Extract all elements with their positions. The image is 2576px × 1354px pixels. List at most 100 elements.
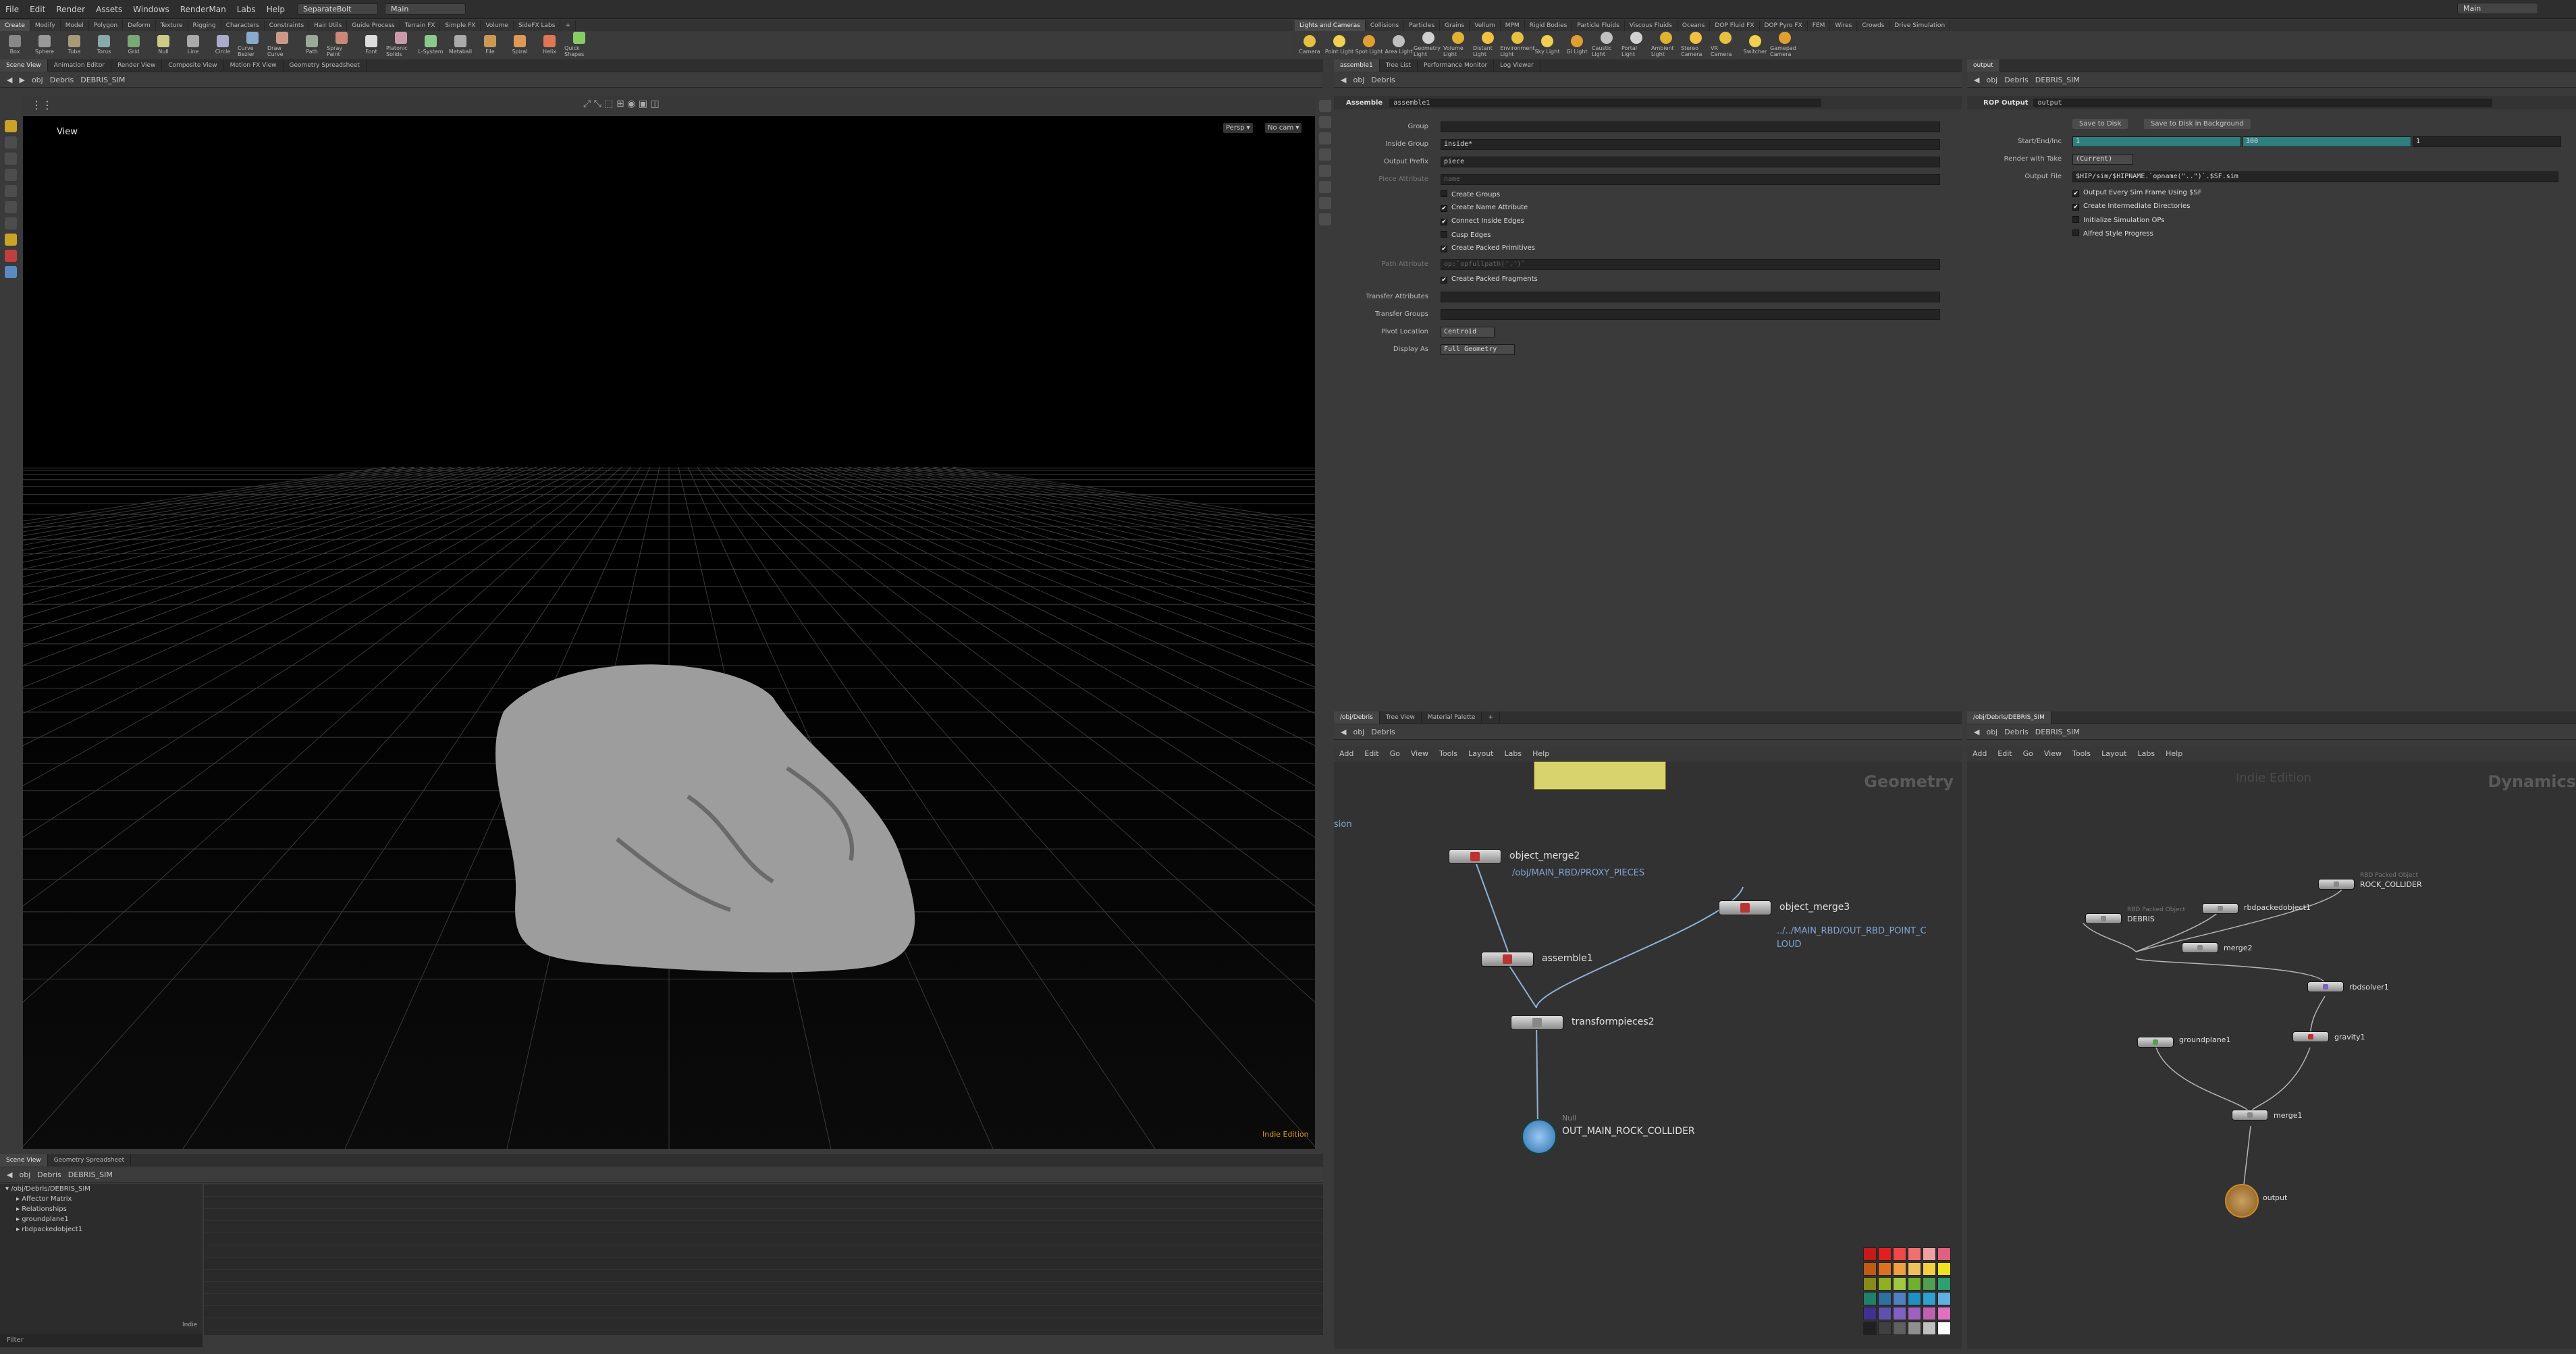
rotate-tool-icon[interactable] — [5, 153, 17, 165]
viewer-tab-4[interactable]: Motion FX View — [224, 59, 284, 72]
color-swatch[interactable] — [1893, 1247, 1906, 1261]
menu-edit[interactable]: Edit — [24, 5, 51, 14]
shelf-tab-r-12[interactable]: FEM — [1808, 20, 1831, 31]
sticky-note[interactable] — [1534, 761, 1666, 790]
color-swatch[interactable] — [1937, 1277, 1951, 1291]
inc-frame-field[interactable]: 1 — [2413, 136, 2561, 147]
tool-11[interactable]: Spray Paint — [327, 32, 356, 57]
color-swatch[interactable] — [1863, 1292, 1877, 1305]
path-debris-sim[interactable]: DEBRIS_SIM — [80, 76, 125, 84]
netright-menu-help[interactable]: Help — [2166, 749, 2182, 758]
color-swatch[interactable] — [1937, 1247, 1951, 1261]
color-palette[interactable] — [1863, 1247, 1951, 1335]
path-debris[interactable]: Debris — [50, 76, 74, 84]
color-swatch[interactable] — [1893, 1277, 1906, 1291]
shelf-tab-r-4[interactable]: Vellum — [1470, 20, 1501, 31]
tool-9[interactable]: Draw Curve — [267, 32, 297, 57]
tool-15[interactable]: Metaball — [446, 34, 475, 55]
shelf-tab-r-15[interactable]: Drive Simulation — [1889, 20, 1951, 31]
wireframe-icon[interactable] — [1319, 132, 1331, 144]
color-swatch[interactable] — [1908, 1292, 1921, 1305]
color-swatch[interactable] — [1878, 1247, 1891, 1261]
path-debris-sim[interactable]: DEBRIS_SIM — [2035, 76, 2080, 84]
color-swatch[interactable] — [1923, 1292, 1936, 1305]
shelf-tab-15[interactable]: + — [560, 20, 576, 31]
view-tool-icon[interactable] — [5, 217, 17, 229]
color-swatch[interactable] — [1937, 1262, 1951, 1276]
netmid-menu-tools[interactable]: Tools — [1439, 749, 1457, 758]
save-to-disk-bg-button[interactable]: Save to Disk in Background — [2144, 119, 2251, 129]
tool-r-12[interactable]: Ambient Light — [1651, 32, 1681, 57]
shelf-tab-12[interactable]: Simple FX — [440, 20, 481, 31]
node-out-main-rock-collider[interactable]: Null OUT_MAIN_ROCK_COLLIDER — [1522, 1114, 1695, 1154]
path-debris[interactable]: Debris — [2004, 76, 2029, 84]
color-swatch[interactable] — [1923, 1262, 1936, 1276]
shelf-tab-r-0[interactable]: Lights and Cameras — [1295, 20, 1366, 31]
node-object-merge3[interactable]: object_merge3 ../../MAIN_RBD/OUT_RBD_POI… — [1719, 900, 1927, 950]
netright-menu-tools[interactable]: Tools — [2072, 749, 2091, 758]
shelf-tab-r-7[interactable]: Particle Fluids — [1572, 20, 1625, 31]
color-swatch[interactable] — [1863, 1322, 1877, 1335]
menu-renderman[interactable]: RenderMan — [175, 5, 232, 14]
shelf-tab-6[interactable]: Rigging — [188, 20, 221, 31]
path-attr-field[interactable]: op:`opfullpath('.')` — [1441, 259, 1940, 270]
shelf-tab-2[interactable]: Model — [61, 20, 89, 31]
color-swatch[interactable] — [1923, 1247, 1936, 1261]
path-obj[interactable]: obj — [32, 76, 43, 84]
netmid-tab-0[interactable]: /obj/Debris — [1334, 711, 1380, 724]
shelf-tab-13[interactable]: Volume — [481, 20, 514, 31]
color-swatch[interactable] — [1937, 1307, 1951, 1320]
netright-menu-labs[interactable]: Labs — [2138, 749, 2155, 758]
viewer-tab-3[interactable]: Composite View — [162, 59, 224, 72]
shelf-tab-4[interactable]: Deform — [123, 20, 156, 31]
color-swatch[interactable] — [1937, 1292, 1951, 1305]
parm-check-2[interactable]: ✔ Connect Inside Edges — [1441, 217, 1524, 225]
shelf-tab-8[interactable]: Constraints — [265, 20, 310, 31]
start-frame-field[interactable]: 1 — [2072, 136, 2241, 147]
path-obj[interactable]: obj — [19, 1170, 30, 1179]
shelf-tab-11[interactable]: Terrain FX — [400, 20, 441, 31]
desktop-selector-right[interactable]: Main — [2457, 3, 2538, 14]
color-swatch[interactable] — [1908, 1307, 1921, 1320]
tool-r-14[interactable]: VR Camera — [1711, 32, 1740, 57]
tool-r-11[interactable]: Portal Light — [1621, 32, 1651, 57]
color-swatch[interactable] — [1878, 1262, 1891, 1276]
desktop-selector-main[interactable]: Main — [385, 3, 466, 15]
point-display-icon[interactable] — [1319, 181, 1331, 193]
scale-tool-icon[interactable] — [5, 169, 17, 181]
shelf-tab-r-3[interactable]: Grains — [1440, 20, 1470, 31]
snap-tool-icon[interactable] — [5, 234, 17, 246]
take-menu[interactable]: (Current) — [2072, 154, 2133, 165]
shelf-tab-r-14[interactable]: Crowds — [1857, 20, 1890, 31]
parm-field-2[interactable]: piece — [1441, 157, 1940, 167]
menu-help[interactable]: Help — [261, 5, 290, 14]
color-swatch[interactable] — [1908, 1277, 1921, 1291]
end-frame-field[interactable]: 300 — [2243, 136, 2411, 147]
netright-tab-0[interactable]: /obj/Debris/DEBRIS_SIM — [1967, 711, 2051, 724]
tool-5[interactable]: Null — [149, 34, 178, 55]
shelf-tab-r-1[interactable]: Collisions — [1366, 20, 1405, 31]
back-icon[interactable]: ◀ — [1341, 728, 1346, 736]
desktop-selector[interactable]: SeparateBolt — [297, 3, 379, 15]
parm-field-1[interactable]: inside* — [1441, 139, 1940, 150]
tree-item[interactable]: ▸ groundplane1 — [0, 1214, 203, 1224]
tool-14[interactable]: L-System — [416, 34, 446, 55]
netmid-tab-3[interactable]: + — [1482, 711, 1500, 724]
tool-r-9[interactable]: GI Light — [1562, 34, 1592, 55]
dop-node-rbdpackedobject1[interactable]: rbdpackedobject1 — [2202, 903, 2311, 914]
color-swatch[interactable] — [1878, 1277, 1891, 1291]
dop-node-gravity1[interactable]: gravity1 — [2292, 1031, 2365, 1042]
netmid-tab-2[interactable]: Material Palette — [1422, 711, 1482, 724]
filter-field[interactable]: Filter — [0, 1334, 203, 1347]
shelf-tab-r-6[interactable]: Rigid Bodies — [1525, 20, 1573, 31]
rop-check-3[interactable]: Alfred Style Progress — [2072, 229, 2153, 238]
ghost-icon[interactable] — [1319, 165, 1331, 177]
dop-node-groundplane1[interactable]: groundplane1 — [2137, 1035, 2230, 1048]
tool-16[interactable]: File — [475, 34, 505, 55]
parm-tab-0[interactable]: assemble1 — [1334, 59, 1380, 72]
parm-check-3[interactable]: Cusp Edges — [1441, 231, 1491, 239]
transfer-groups-field[interactable] — [1441, 309, 1940, 320]
tool-2[interactable]: Tube — [59, 34, 89, 55]
dop-node-output[interactable]: output — [2225, 1184, 2287, 1218]
color-swatch[interactable] — [1923, 1277, 1936, 1291]
